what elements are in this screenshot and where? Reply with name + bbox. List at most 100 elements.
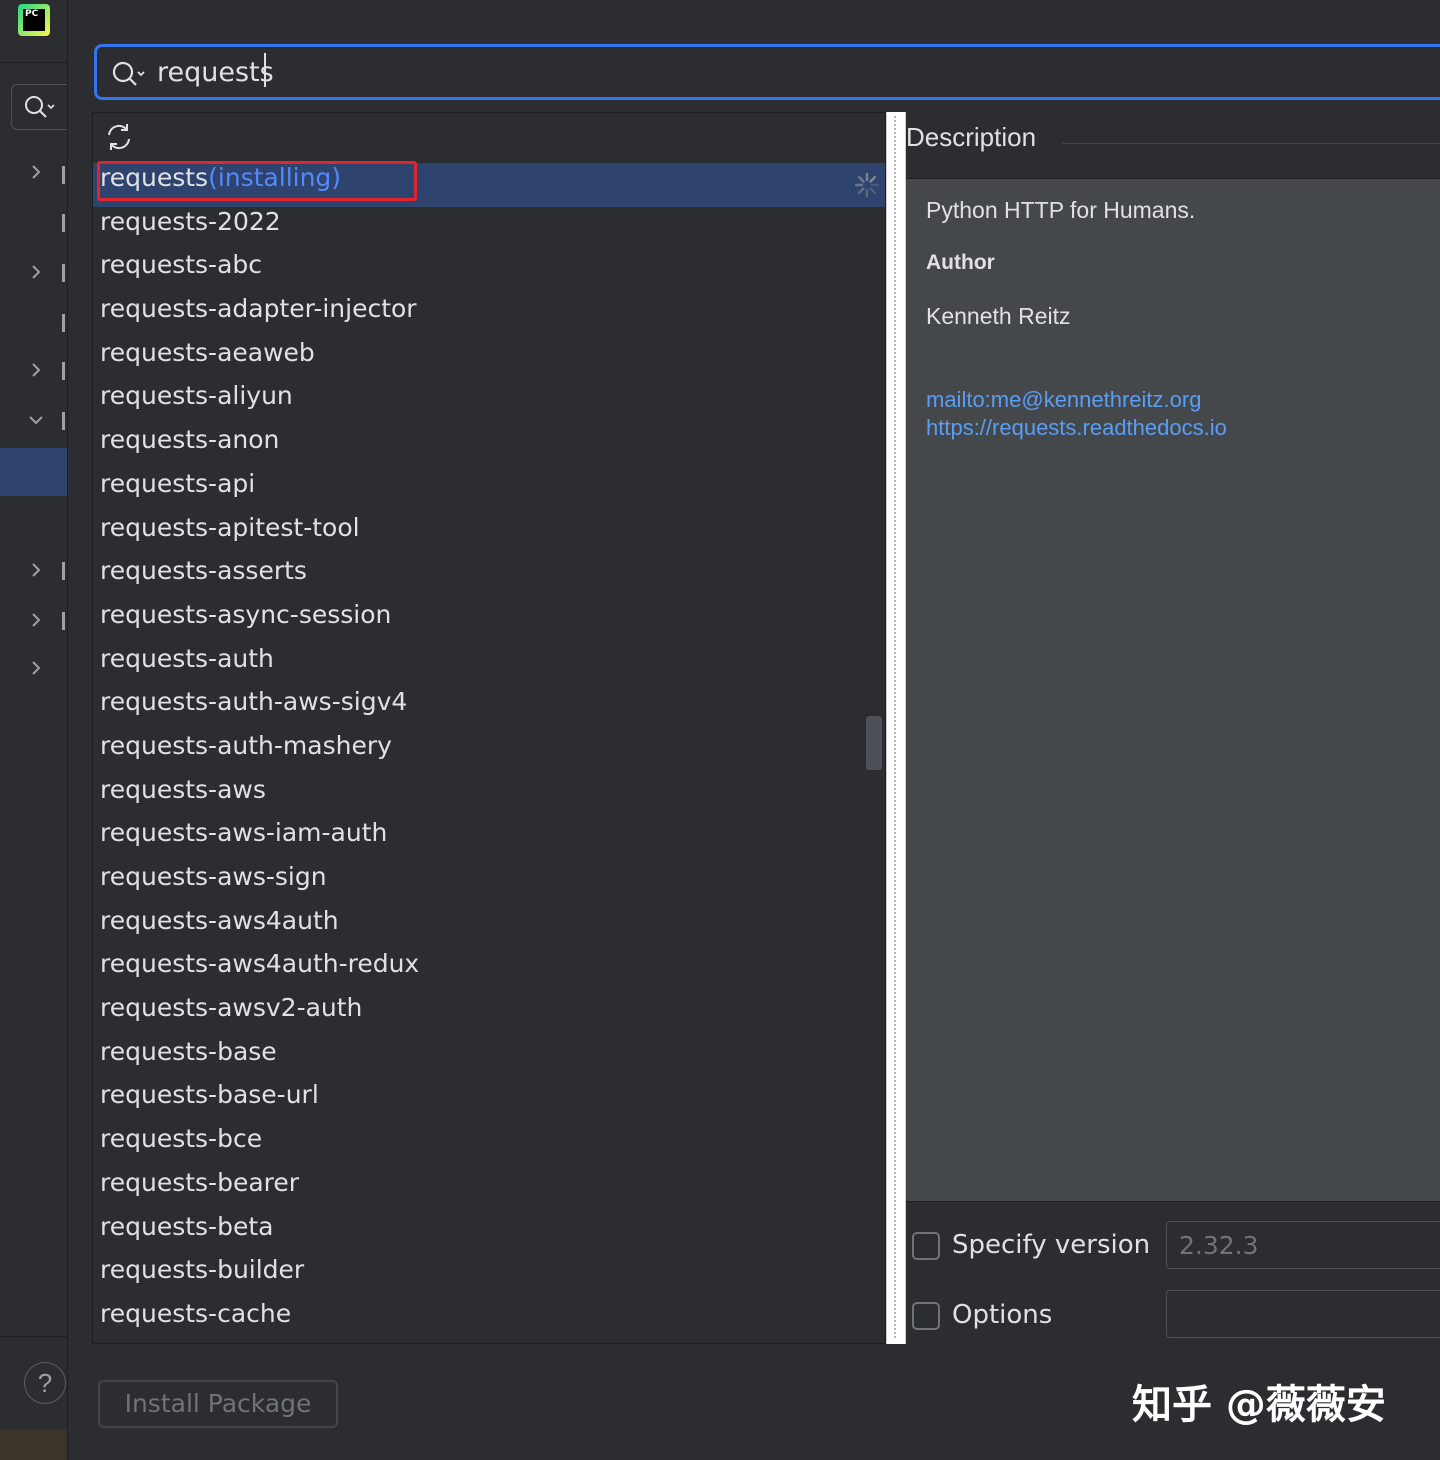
list-scrollbar-thumb[interactable] — [866, 716, 882, 770]
chevron-right-icon[interactable] — [28, 612, 44, 628]
watermark: 知乎 @薇薇安 — [1132, 1382, 1386, 1428]
package-list-item[interactable]: requests(installing) — [93, 161, 885, 207]
description-panel: Python HTTP for Humans. Author Kenneth R… — [906, 178, 1440, 1202]
options-field[interactable] — [1166, 1290, 1440, 1338]
author-label: Author — [926, 251, 995, 274]
tree-node-clip — [62, 166, 65, 184]
package-list: requests(installing) requests-2022 request… — [93, 161, 885, 1343]
package-list-item[interactable]: requests-abc — [93, 250, 885, 294]
package-name: requests-apitest-tool — [100, 512, 360, 542]
chevron-right-icon[interactable] — [28, 562, 44, 578]
package-list-item[interactable]: requests-apitest-tool — [93, 513, 885, 557]
strip-divider — [0, 62, 67, 63]
refresh-icon[interactable] — [103, 121, 135, 153]
package-list-item[interactable]: requests-api — [93, 469, 885, 513]
package-list-item[interactable]: requests-async-session — [93, 600, 885, 644]
highlight-annotation-box — [97, 161, 417, 201]
package-name: requests-base-url — [100, 1080, 319, 1110]
strip-selected-row — [0, 448, 67, 496]
package-name: requests-aws-sign — [100, 862, 327, 891]
tree-node-clip — [62, 214, 65, 232]
package-name: requests-asserts — [100, 556, 307, 586]
package-name: requests-beta — [100, 1211, 274, 1241]
logo-text: PC — [23, 9, 45, 31]
project-search-button[interactable] — [11, 84, 67, 130]
package-list-item[interactable]: requests-base — [93, 1037, 885, 1081]
package-name: requests-api — [100, 468, 256, 498]
strip-divider — [0, 1336, 67, 1337]
package-name: requests-abc — [100, 250, 263, 280]
text-caret — [264, 53, 266, 87]
package-list-item[interactable]: requests-beta — [93, 1212, 885, 1256]
package-name: requests-base — [100, 1036, 277, 1066]
loading-spinner-icon — [854, 172, 880, 198]
author-name: Kenneth Reitz — [926, 303, 1071, 329]
package-name: requests-bce — [100, 1124, 263, 1154]
chevron-right-icon[interactable] — [28, 264, 44, 280]
options-label: Options — [952, 1300, 1053, 1330]
status-strip — [0, 1430, 67, 1460]
package-name: requests-auth — [100, 643, 274, 673]
package-list-item[interactable]: requests-aws4auth — [93, 906, 885, 950]
package-name: requests-bearer — [100, 1167, 300, 1197]
package-name: requests-cache — [100, 1298, 292, 1328]
package-list-item[interactable]: requests-asserts — [93, 556, 885, 600]
package-list-item[interactable]: requests-base-url — [93, 1080, 885, 1124]
package-list-item[interactable]: requests-aws — [93, 775, 885, 819]
package-list-item[interactable]: requests-auth-mashery — [93, 731, 885, 775]
package-list-item[interactable]: requests-2022 — [93, 207, 885, 251]
package-name: requests-builder — [100, 1255, 305, 1285]
chevron-right-icon[interactable] — [28, 362, 44, 378]
homepage-link[interactable]: https://requests.readthedocs.io — [926, 415, 1227, 441]
package-list-item[interactable]: requests-adapter-injector — [93, 294, 885, 338]
author-email-link[interactable]: mailto:me@kennethreitz.org — [926, 387, 1201, 413]
chevron-down-icon[interactable] — [28, 412, 44, 428]
specify-version-label: Specify version — [952, 1230, 1151, 1260]
package-list-item[interactable]: requests-bearer — [93, 1168, 885, 1212]
package-list-panel: requests(installing) requests-2022 request… — [92, 112, 886, 1344]
search-icon — [112, 61, 145, 86]
package-list-item[interactable]: requests-aws-iam-auth — [93, 818, 885, 862]
panel-splitter[interactable] — [886, 112, 906, 1344]
package-list-item[interactable]: requests-builder — [93, 1255, 885, 1299]
package-list-item[interactable]: requests-auth-aws-sigv4 — [93, 687, 885, 731]
package-list-item[interactable]: requests-aeaweb — [93, 338, 885, 382]
package-search-box[interactable] — [94, 44, 1440, 100]
package-name: requests-async-session — [100, 599, 392, 629]
help-button[interactable]: ? — [24, 1362, 66, 1404]
package-name: requests-aws4auth — [100, 905, 339, 935]
package-list-item[interactable]: requests-anon — [93, 425, 885, 469]
chevron-right-icon[interactable] — [28, 164, 44, 180]
package-summary: Python HTTP for Humans. — [926, 197, 1196, 223]
version-field[interactable] — [1166, 1221, 1440, 1269]
specify-version-checkbox[interactable] — [912, 1232, 940, 1260]
package-name: requests-anon — [100, 425, 280, 455]
package-name: requests-2022 — [100, 206, 281, 236]
tree-node-clip — [62, 264, 65, 282]
tree-node-clip — [62, 362, 65, 380]
tree-node-clip — [62, 314, 65, 332]
package-search-input[interactable] — [157, 55, 1057, 89]
package-list-item[interactable]: requests-auth — [93, 644, 885, 688]
package-name: requests-aws4auth-redux — [100, 949, 420, 979]
chevron-right-icon[interactable] — [28, 660, 44, 676]
package-name: requests-aeaweb — [100, 337, 315, 367]
pycharm-logo: PC — [18, 4, 50, 36]
search-icon — [25, 96, 55, 118]
package-name: requests-aliyun — [100, 381, 293, 411]
package-list-item[interactable]: requests-awsv2-auth — [93, 993, 885, 1037]
package-list-item[interactable]: requests-bce — [93, 1124, 885, 1168]
package-name: requests-awsv2-auth — [100, 993, 363, 1023]
description-title: Description — [906, 122, 1037, 152]
package-list-item[interactable]: requests-aws4auth-redux — [93, 949, 885, 993]
options-checkbox[interactable] — [912, 1302, 940, 1330]
package-list-item[interactable]: requests-aws-sign — [93, 862, 885, 906]
package-list-item[interactable]: requests-cache — [93, 1299, 885, 1343]
package-name: requests-auth-aws-sigv4 — [100, 687, 408, 717]
package-name: requests-auth-mashery — [100, 730, 392, 760]
package-name: requests-aws — [100, 774, 266, 804]
tree-node-clip — [62, 412, 65, 430]
install-package-button[interactable]: Install Package — [98, 1380, 338, 1428]
package-list-item[interactable]: requests-aliyun — [93, 381, 885, 425]
description-title-rule — [1062, 143, 1440, 144]
